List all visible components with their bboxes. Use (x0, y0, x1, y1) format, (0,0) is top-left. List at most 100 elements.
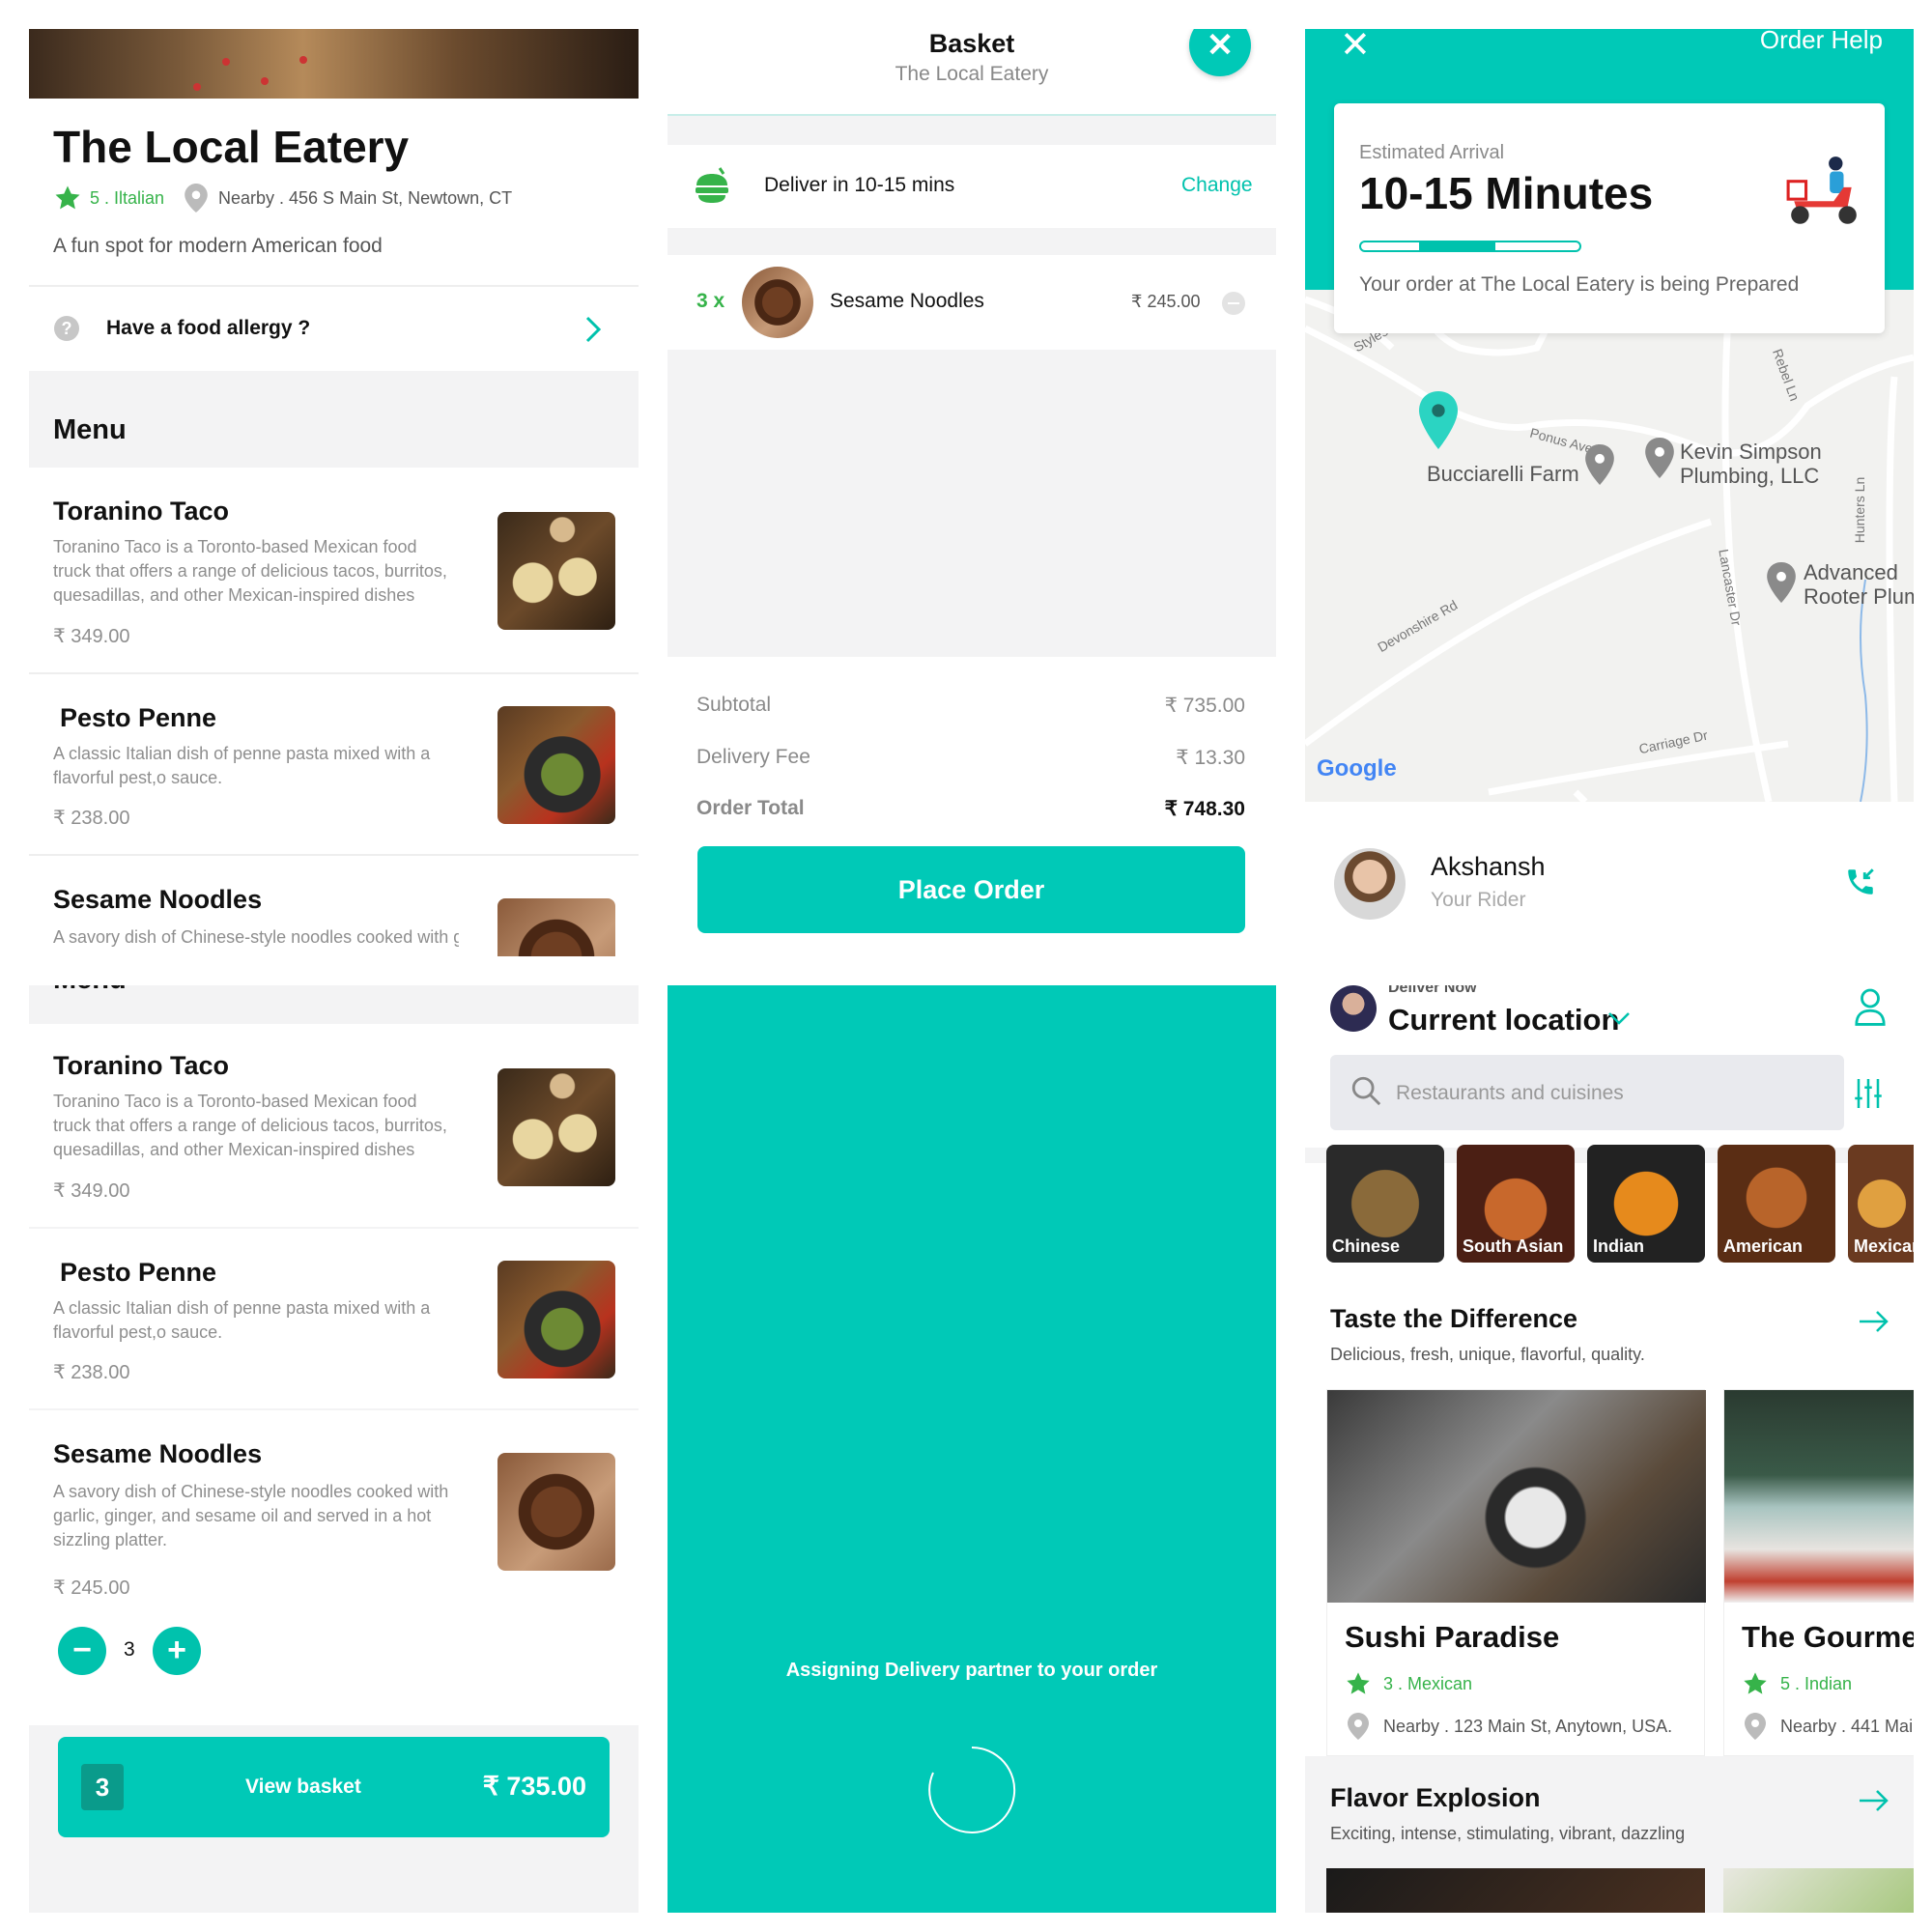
place-order-button[interactable]: Place Order (697, 846, 1245, 933)
category-mexican[interactable]: Mexican (1848, 1145, 1914, 1263)
menu-item-price: ₹ 349.00 (53, 626, 130, 647)
map-view[interactable]: Styles L Rebel Ln Ponus Ave Bucciarelli … (1305, 290, 1914, 802)
basket-line-item: 3 x Sesame Noodles ₹ 245.00 (668, 255, 1276, 350)
menu-item[interactable]: Toranino Taco Toranino Taco is a Toronto… (29, 469, 639, 672)
rider-name: Akshansh (1431, 852, 1546, 881)
section-title: Taste the Difference (1330, 1304, 1578, 1333)
delivery-time-text: Deliver in 10-15 mins (764, 174, 955, 196)
menu-item-price: ₹ 238.00 (53, 1362, 130, 1383)
view-basket-button[interactable]: 3 View basket ₹ 735.00 (58, 1737, 610, 1837)
location-pin-icon (1645, 438, 1674, 478)
order-tracking-screen: ✕ Order Help Styles L Rebel Ln Ponus Ave… (1305, 29, 1914, 956)
menu-item[interactable]: Toranino Taco Toranino Taco is a Toronto… (29, 1024, 639, 1227)
filter-icon[interactable] (1854, 1076, 1883, 1111)
food-allergy-row[interactable]: ? Have a food allergy ? (29, 290, 639, 367)
menu-item-image (497, 706, 615, 824)
line-item-price: ₹ 245.00 (1131, 292, 1201, 311)
menu-item-description: A classic Italian dish of penne pasta mi… (53, 744, 431, 787)
spacer (29, 1696, 639, 1725)
map-label-place: Advanced (1804, 560, 1898, 584)
avatar (1334, 848, 1406, 920)
menu-item-image (497, 1261, 615, 1378)
menu-item-name: Pesto Penne (60, 1258, 217, 1287)
eta-progress-bar (1359, 241, 1581, 252)
delivery-time-row: Deliver in 10-15 mins Change (668, 145, 1276, 228)
restaurant-name: The Local Eatery (53, 122, 410, 172)
location-pin-icon (1767, 562, 1796, 603)
category-label: Mexican (1854, 1236, 1914, 1256)
subtotal-label: Subtotal (696, 694, 772, 716)
arrow-right-icon[interactable] (1858, 1787, 1890, 1814)
menu-item-name: Pesto Penne (60, 703, 217, 732)
category-label: Indian (1593, 1236, 1644, 1256)
star-icon (1744, 1672, 1767, 1694)
restaurant-rating: 5 . Indian (1780, 1674, 1853, 1693)
user-profile-icon[interactable] (1854, 987, 1887, 1026)
basket-count-badge: 3 (81, 1764, 124, 1810)
menu-item-image (497, 1068, 615, 1186)
phone-icon[interactable] (1844, 866, 1877, 898)
loading-spinner-icon (928, 1746, 1016, 1833)
food-allergy-label: Have a food allergy ? (106, 317, 311, 339)
basket-subtitle: The Local Eatery (895, 63, 1049, 85)
search-icon (1351, 1076, 1381, 1106)
increase-quantity-button[interactable]: + (153, 1627, 201, 1675)
menu-heading: Menu (53, 985, 127, 996)
restaurant-card[interactable]: The Gourmet 5 . Indian Nearby . 441 Mai (1723, 1389, 1914, 1756)
menu-item-description: A classic Italian dish of penne pasta mi… (53, 1298, 431, 1342)
category-chinese[interactable]: Chinese (1326, 1145, 1444, 1263)
menu-quantity-screen: Menu Toranino Taco Toranino Taco is a To… (29, 985, 639, 1913)
restaurant-location: Nearby . 456 S Main St, Newtown, CT (218, 188, 513, 208)
delivery-bag-icon (696, 167, 728, 203)
category-american[interactable]: American (1718, 1145, 1835, 1263)
menu-item[interactable]: Sesame Noodles A savory dish of Chinese-… (29, 1410, 639, 1696)
current-location[interactable]: Current location (1388, 1003, 1619, 1037)
close-icon[interactable]: ✕ (1340, 29, 1371, 67)
restaurant-card[interactable]: Sushi Paradise 3 . Mexican Nearby . 123 … (1326, 1389, 1706, 1756)
chevron-down-icon[interactable] (1606, 1010, 1632, 1028)
restaurant-image (1724, 1390, 1914, 1603)
arrow-right-icon[interactable] (1858, 1308, 1890, 1335)
map-label-place: Plumbing, LLC (1680, 464, 1820, 488)
restaurant-menu-screen: The Local Eatery 5 . Iltalian Nearby . 4… (29, 29, 639, 956)
menu-item-description: Toranino Taco is a Toronto-based Mexican… (53, 1092, 447, 1159)
search-placeholder: Restaurants and cuisines (1396, 1082, 1624, 1104)
menu-item[interactable]: Sesame Noodles A savory dish of Chinese-… (29, 856, 639, 956)
location-pin-icon (185, 184, 208, 213)
menu-item-name: Sesame Noodles (53, 885, 263, 914)
spacer (668, 228, 1276, 255)
google-logo: Google (1317, 755, 1397, 781)
deliver-now-label: Deliver Now (1388, 985, 1477, 996)
restaurant-image (1723, 1868, 1914, 1913)
rider-role: Your Rider (1431, 889, 1526, 911)
menu-heading: Menu (53, 414, 127, 445)
restaurant-tagline: A fun spot for modern American food (53, 235, 383, 257)
category-indian[interactable]: Indian (1587, 1145, 1705, 1263)
decrease-quantity-button[interactable]: − (58, 1627, 106, 1675)
menu-item-description: Toranino Taco is a Toronto-based Mexican… (53, 537, 447, 605)
location-pin-icon (1348, 1713, 1369, 1740)
delivery-fee-label: Delivery Fee (696, 746, 810, 768)
category-label: American (1723, 1236, 1804, 1256)
eta-card: Estimated Arrival 10-15 Minutes Your ord… (1334, 103, 1885, 333)
menu-item-price: ₹ 349.00 (53, 1180, 130, 1202)
restaurant-image (1326, 1868, 1705, 1913)
restaurant-address: Nearby . 441 Mai (1780, 1717, 1914, 1736)
map-label-place: Bucciarelli Farm (1427, 462, 1579, 486)
menu-item-price: ₹ 245.00 (53, 1577, 130, 1599)
section-subtitle: Delicious, fresh, unique, flavorful, qua… (1330, 1345, 1645, 1364)
search-input[interactable]: Restaurants and cuisines (1330, 1055, 1844, 1130)
category-south-asian[interactable]: South Asian (1457, 1145, 1575, 1263)
menu-item-name: Toranino Taco (53, 1051, 229, 1080)
eta-value: 10-15 Minutes (1359, 168, 1654, 218)
eta-progress-fill (1419, 242, 1496, 250)
remove-item-button[interactable] (1222, 292, 1245, 315)
order-help-link[interactable]: Order Help (1760, 29, 1883, 55)
menu-item[interactable]: Pesto Penne A classic Italian dish of pe… (29, 674, 639, 854)
menu-item-name: Sesame Noodles (53, 1439, 263, 1468)
delivery-fee-value: ₹ 13.30 (1176, 747, 1245, 769)
spacer (668, 116, 1276, 145)
quantity-value: 3 (124, 1638, 135, 1661)
change-button[interactable]: Change (1181, 174, 1253, 197)
menu-item[interactable]: Pesto Penne A classic Italian dish of pe… (29, 1229, 639, 1408)
